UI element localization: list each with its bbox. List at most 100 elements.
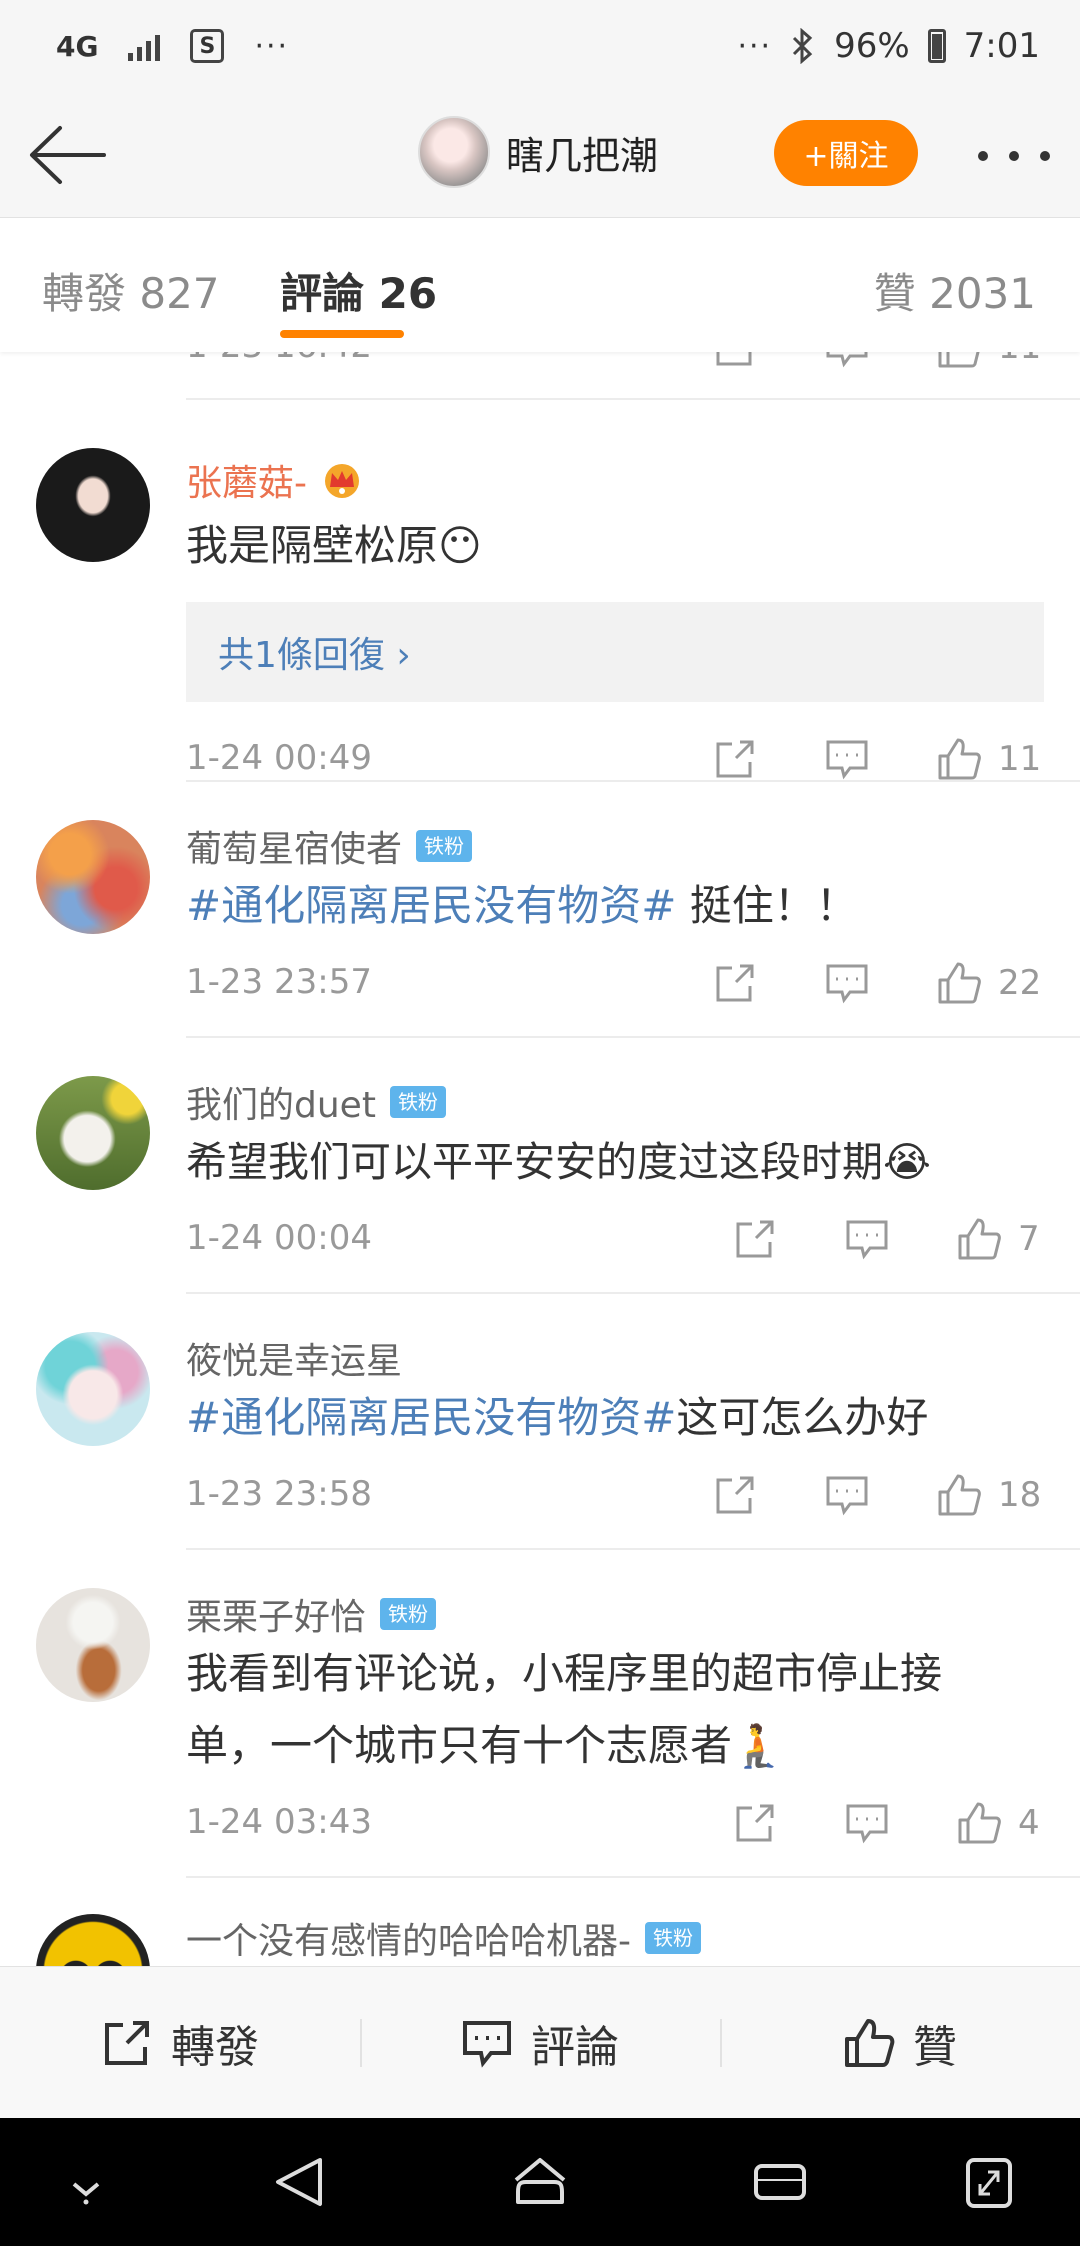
- like-button[interactable]: 贊: [720, 1967, 1080, 2118]
- tab-repost[interactable]: 轉發 827: [42, 260, 220, 321]
- like-icon: [938, 1474, 981, 1516]
- list-item: 一个没有感情的哈哈哈机器- 铁粉: [0, 1876, 1080, 1966]
- repost-button[interactable]: 轉發: [0, 1967, 360, 2118]
- comment-button[interactable]: 評論: [360, 1967, 720, 2118]
- avatar[interactable]: [36, 448, 150, 562]
- comment-time: 1-23 23:57: [186, 962, 372, 1002]
- bottom-action-bar: 轉發 評論 贊: [0, 1966, 1080, 2118]
- like-count: 4: [1018, 1803, 1040, 1843]
- list-item: 我们的duet 铁粉 希望我们可以平平安安的度过这段时期😭 1-24 00:04…: [0, 1036, 1080, 1292]
- share-icon[interactable]: [712, 1472, 758, 1518]
- comment-time: 1-23 23:58: [186, 1474, 372, 1514]
- comment-text: 希望我们可以平平安安的度过这段时期😭: [186, 1138, 931, 1186]
- comment-text: 我看到有评论说，小程序里的超市停止接单，一个城市只有十个志愿者🧎: [186, 1649, 943, 1770]
- share-icon: [105, 2020, 149, 2065]
- like-icon: [938, 352, 980, 368]
- tab-like[interactable]: 贊 2031: [874, 260, 1036, 321]
- notification-more-icon: ···: [254, 28, 290, 64]
- comment-text: #通化隔离居民没有物资#这可怎么办好: [186, 1393, 929, 1442]
- fan-badge: 铁粉: [416, 830, 473, 862]
- list-item: 葡萄星宿使者 铁粉 #通化隔离居民没有物资# 挺住！！ 1-23 23:57 2…: [0, 780, 1080, 1036]
- comment-icon[interactable]: [824, 352, 870, 370]
- signal-icon: [128, 31, 161, 61]
- tab-bar: 轉發 827 評論 26 贊 2031: [0, 218, 1080, 352]
- hashtag-link[interactable]: #通化隔离居民没有物资#: [186, 881, 676, 930]
- like-icon: [845, 2018, 895, 2067]
- list-item: 张蘑菇- 我是隔壁松原😶 共1條回復 › 1-24 00:49 11: [0, 398, 1080, 780]
- like-button[interactable]: 4: [956, 1800, 1040, 1846]
- status-more-icon: ···: [737, 28, 773, 64]
- hashtag-link[interactable]: #通化隔离居民没有物资#: [186, 1393, 676, 1442]
- comment-icon[interactable]: [824, 736, 870, 782]
- comment-time: 1-24 00:49: [186, 738, 372, 778]
- avatar[interactable]: [36, 1588, 150, 1702]
- username[interactable]: 瞎几把潮: [506, 125, 658, 180]
- battery-icon: [927, 29, 946, 63]
- like-count: 22: [998, 963, 1042, 1003]
- avatar[interactable]: [36, 1076, 150, 1190]
- comment-icon: [463, 2020, 511, 2068]
- nav-back-icon[interactable]: [274, 2154, 326, 2210]
- nav-expand-icon[interactable]: [964, 2154, 1014, 2210]
- avatar[interactable]: [36, 820, 150, 934]
- comment-icon[interactable]: [824, 1472, 870, 1518]
- share-icon[interactable]: [732, 1800, 778, 1846]
- like-icon: [958, 1802, 1001, 1844]
- like-icon: [938, 962, 981, 1004]
- clock: 7:01: [963, 26, 1040, 66]
- like-count: 18: [998, 1475, 1042, 1515]
- comment-list[interactable]: 1-23 16:42 11 张蘑菇- 我是隔壁松原😶 共1條回復 › 1-24 …: [0, 352, 1080, 1966]
- network-indicator: 4G: [56, 29, 99, 63]
- tab-comment[interactable]: 評論 26: [280, 260, 437, 321]
- like-button[interactable]: 18: [936, 1472, 1041, 1518]
- comment-icon[interactable]: [844, 1800, 890, 1846]
- avatar[interactable]: [36, 1332, 150, 1446]
- crown-icon: [325, 464, 359, 498]
- like-button[interactable]: 11: [936, 352, 1041, 370]
- status-bar: 4G S ··· ··· 96% 7:01: [0, 0, 1080, 92]
- avatar[interactable]: [36, 1914, 150, 1966]
- comment-time: 1-23 16:42: [186, 352, 372, 366]
- bluetooth-icon: [793, 28, 813, 64]
- fan-badge: 铁粉: [380, 1598, 437, 1630]
- share-icon[interactable]: [712, 352, 758, 370]
- like-count: 7: [1018, 1219, 1040, 1259]
- share-icon[interactable]: [712, 736, 758, 782]
- nav-home-icon[interactable]: [510, 2154, 570, 2210]
- list-item: 筱悦是幸运星 #通化隔离居民没有物资#这可怎么办好 1-23 23:58 18: [0, 1292, 1080, 1548]
- header: 瞎几把潮 +關注: [0, 92, 1080, 218]
- comment-icon[interactable]: [844, 1216, 890, 1262]
- share-icon[interactable]: [732, 1216, 778, 1262]
- more-button[interactable]: [978, 136, 1050, 176]
- list-item: 1-23 16:42 11: [0, 352, 1080, 398]
- commenter-name[interactable]: 我们的duet 铁粉: [186, 1076, 446, 1128]
- back-button[interactable]: [28, 122, 108, 188]
- comment-icon[interactable]: [824, 960, 870, 1006]
- commenter-name[interactable]: 筱悦是幸运星: [186, 1332, 402, 1384]
- avatar[interactable]: [418, 116, 490, 188]
- like-count: 11: [998, 739, 1042, 779]
- more-icon: [978, 151, 988, 161]
- comment-text: #通化隔离居民没有物资# 挺住！！: [186, 881, 858, 930]
- commenter-name[interactable]: 一个没有感情的哈哈哈机器- 铁粉: [186, 1912, 701, 1964]
- nav-recents-icon[interactable]: [752, 2154, 808, 2210]
- commenter-name[interactable]: 栗栗子好恰 铁粉: [186, 1588, 437, 1640]
- commenter-name[interactable]: 葡萄星宿使者 铁粉: [186, 820, 473, 872]
- comment-time: 1-24 03:43: [186, 1802, 372, 1842]
- follow-button[interactable]: +關注: [774, 120, 918, 186]
- comment-text: 我是隔壁松原😶: [186, 521, 482, 570]
- like-button[interactable]: 22: [936, 960, 1041, 1006]
- like-button[interactable]: 7: [956, 1216, 1040, 1262]
- like-button[interactable]: 11: [936, 736, 1041, 782]
- share-icon[interactable]: [712, 960, 758, 1006]
- nav-collapse-icon[interactable]: [66, 2154, 106, 2210]
- like-icon: [958, 1218, 1001, 1260]
- back-arrow-icon: [30, 126, 106, 184]
- commenter-name[interactable]: 张蘑菇-: [186, 454, 363, 506]
- comment-time: 1-24 00:04: [186, 1218, 372, 1258]
- reply-summary-link[interactable]: 共1條回復 ›: [186, 602, 1044, 702]
- list-item: 栗栗子好恰 铁粉 我看到有评论说，小程序里的超市停止接单，一个城市只有十个志愿者…: [0, 1548, 1080, 1876]
- like-icon: [938, 738, 981, 780]
- store-bag-icon: S: [190, 29, 225, 63]
- profile-link[interactable]: 瞎几把潮: [418, 116, 658, 188]
